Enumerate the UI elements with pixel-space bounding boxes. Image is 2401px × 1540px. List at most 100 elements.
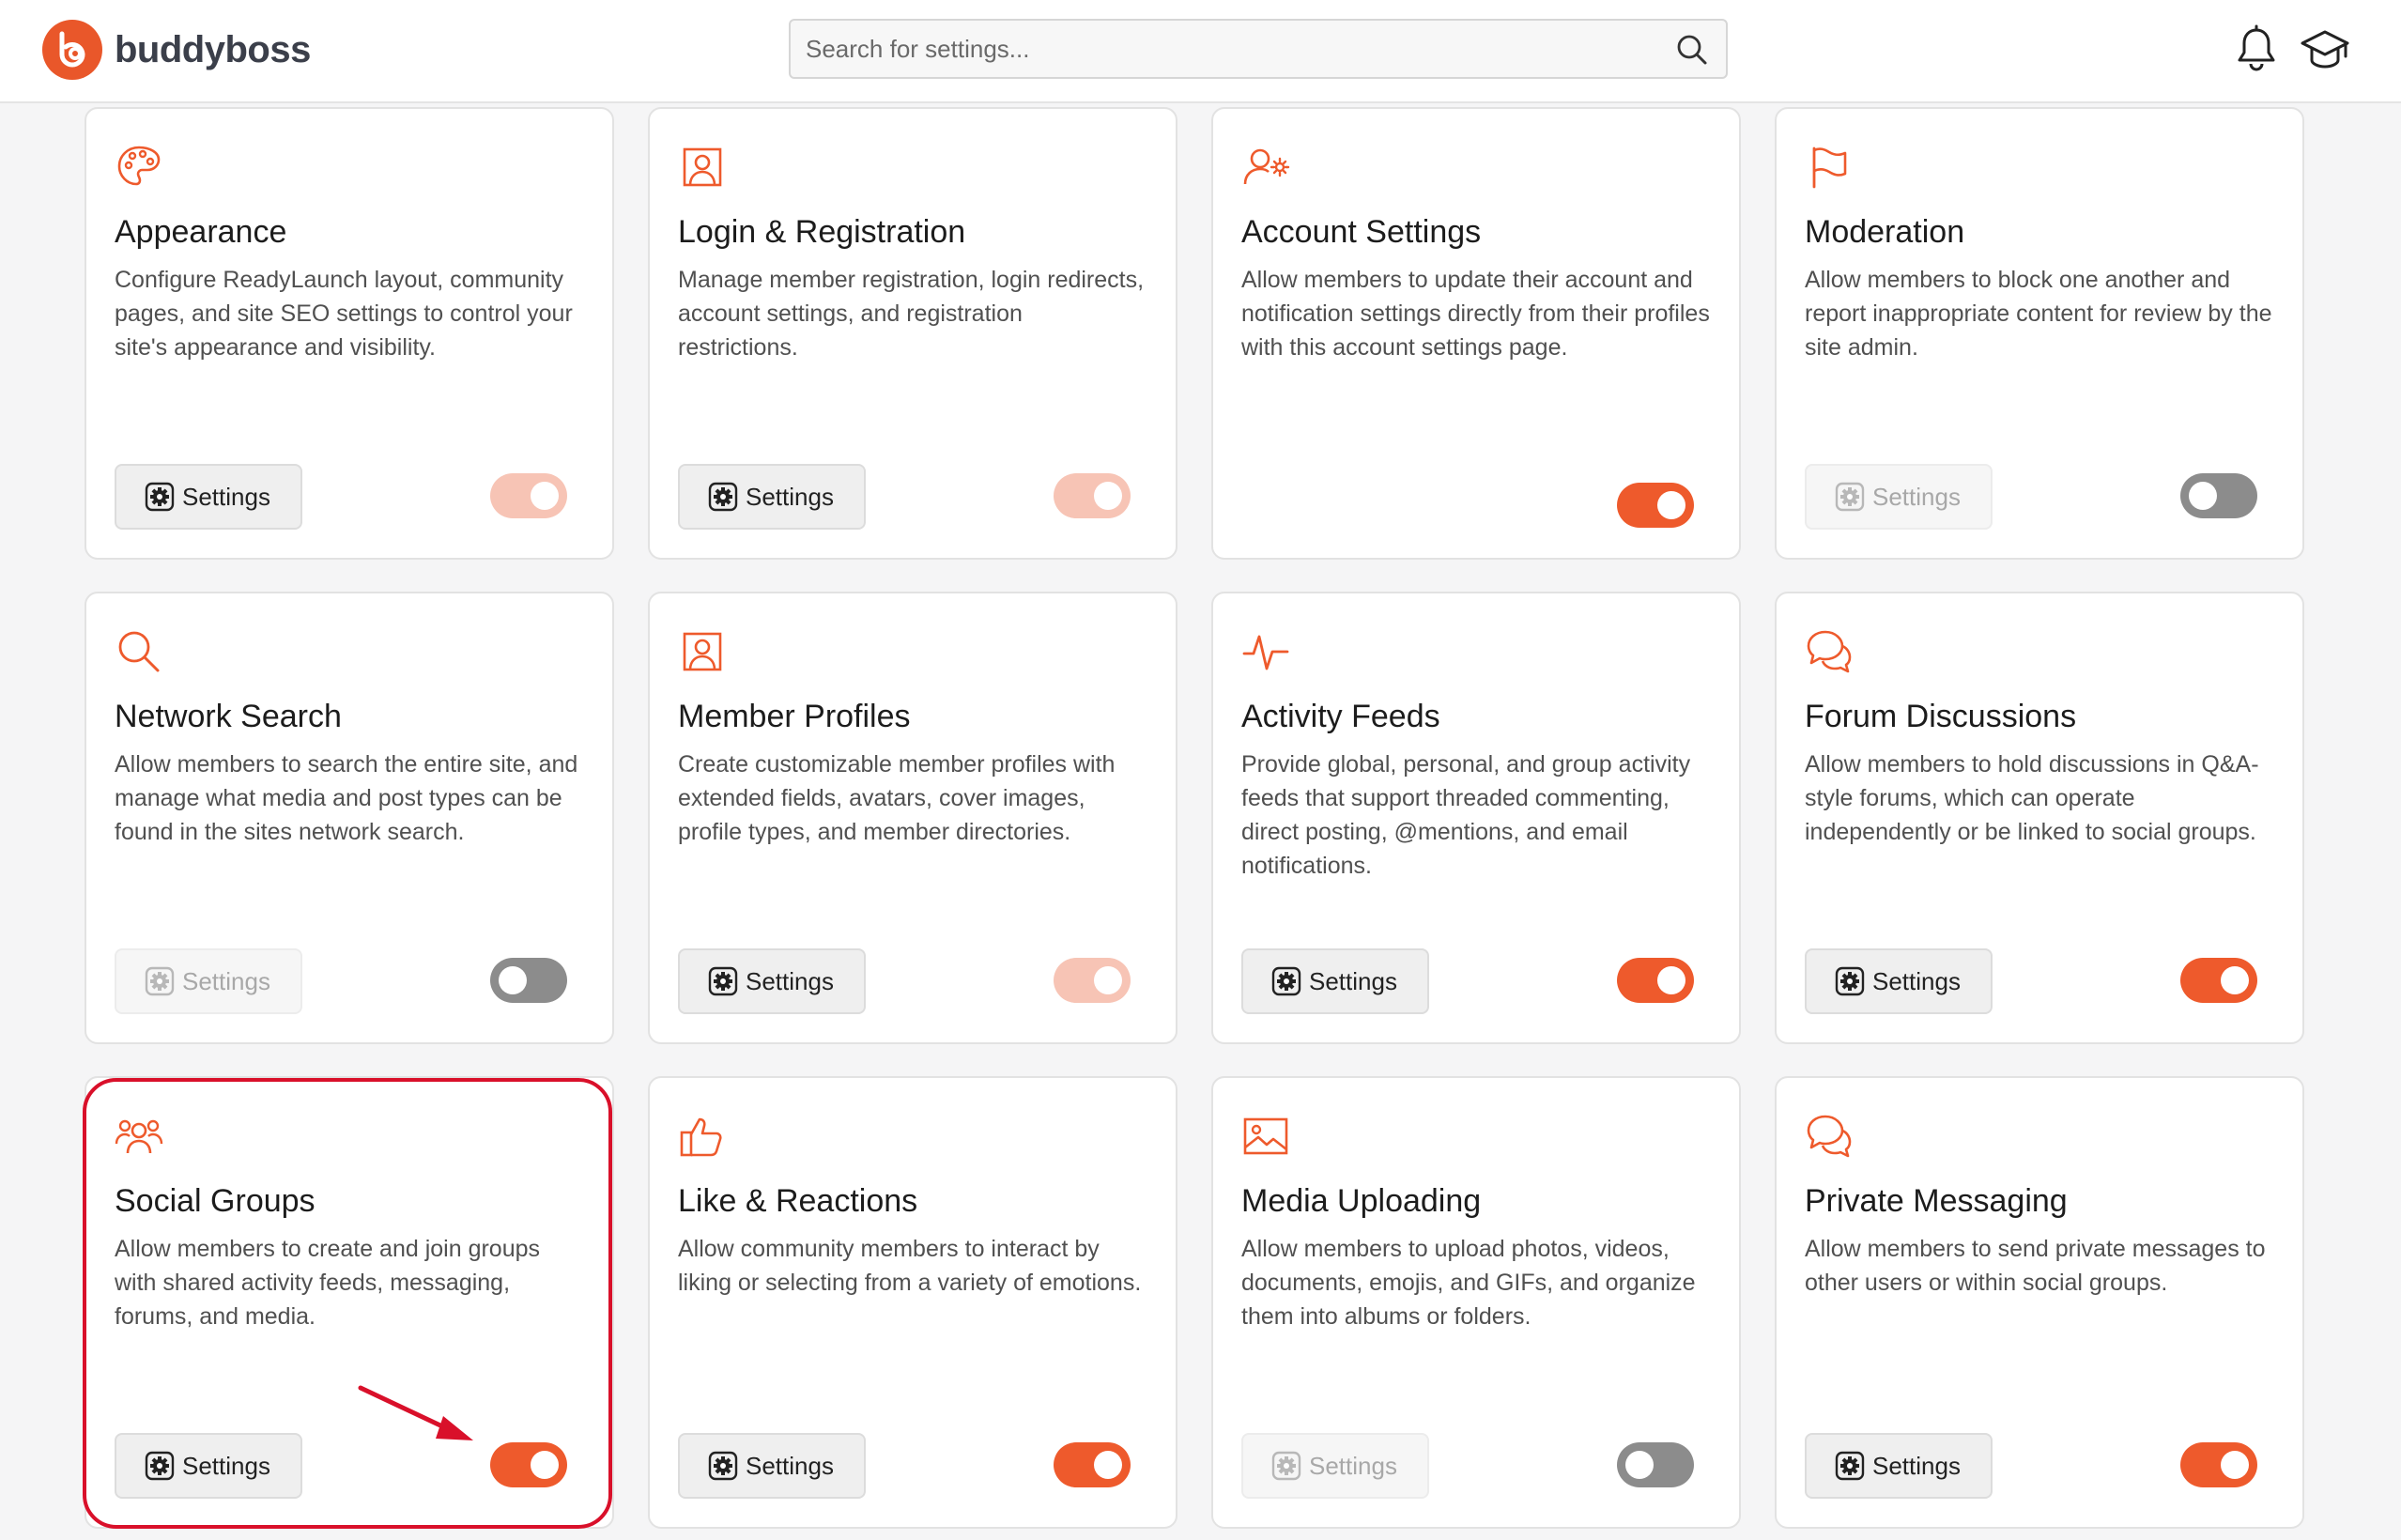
toggle-knob xyxy=(499,966,527,994)
toggle-switch-activity-feeds[interactable] xyxy=(1617,958,1694,1003)
card-title: Network Search xyxy=(115,699,342,734)
toggle-switch-member-profiles xyxy=(1054,958,1131,1003)
users-group-icon xyxy=(115,1119,163,1154)
buddyboss-logo-icon xyxy=(42,20,102,80)
user-portrait-icon xyxy=(683,147,722,187)
toggle-knob xyxy=(531,1451,559,1479)
card-description: Provide global, personal, and group acti… xyxy=(1241,751,1691,879)
feature-card-social-groups: Social Groups Allow members to create and… xyxy=(85,1076,614,1529)
toggle-switch-like-and-reactions[interactable] xyxy=(1054,1442,1131,1487)
settings-button-label: Settings xyxy=(1872,482,1961,511)
gear-icon xyxy=(1835,966,1865,996)
feature-card-network-search: Network Search Allow members to search th… xyxy=(85,592,614,1044)
card-description: Allow members to create and join groups … xyxy=(115,1236,541,1330)
settings-button-appearance[interactable]: Settings xyxy=(115,464,302,530)
card-description: Create customizable member profiles with… xyxy=(678,751,1116,845)
feature-card-private-messaging: Private Messaging Allow members to send p… xyxy=(1775,1076,2304,1529)
card-description: Allow members to block one another and r… xyxy=(1805,267,2272,361)
settings-button-like-and-reactions[interactable]: Settings xyxy=(678,1433,866,1499)
toggle-knob xyxy=(1657,966,1685,994)
toggle-switch-social-groups[interactable] xyxy=(490,1442,567,1487)
graduation-cap-icon[interactable] xyxy=(2299,24,2351,73)
card-description: Allow members to update their account an… xyxy=(1241,267,1710,361)
feature-card-account-settings: Account Settings Allow members to update … xyxy=(1211,107,1741,560)
activity-icon xyxy=(1242,635,1289,670)
features-grid: Appearance Configure ReadyLaunch layout, … xyxy=(85,107,2304,1540)
toggle-switch-private-messaging[interactable] xyxy=(2180,1442,2257,1487)
settings-button-label: Settings xyxy=(746,1451,834,1480)
card-title: Member Profiles xyxy=(678,699,911,734)
toggle-switch-moderation[interactable] xyxy=(2180,473,2257,518)
settings-button-media-uploading: Settings xyxy=(1241,1433,1429,1499)
feature-card-moderation: Moderation Allow members to block one ano… xyxy=(1775,107,2304,560)
card-title: Moderation xyxy=(1805,214,1965,250)
toggle-knob xyxy=(2221,1451,2249,1479)
toggle-knob xyxy=(2221,966,2249,994)
bell-icon[interactable] xyxy=(2235,24,2278,73)
settings-button-label: Settings xyxy=(182,482,270,511)
toggle-switch-login-and-registration xyxy=(1054,473,1131,518)
gear-icon xyxy=(145,482,175,512)
gear-icon xyxy=(708,966,738,996)
buddyboss-logo[interactable]: buddyboss xyxy=(41,19,311,81)
card-description: Allow members to hold discussions in Q&A… xyxy=(1805,751,2259,845)
settings-button-forum-discussions[interactable]: Settings xyxy=(1805,948,1993,1014)
toggle-knob xyxy=(531,482,559,510)
feature-card-appearance: Appearance Configure ReadyLaunch layout, … xyxy=(85,107,614,560)
search-icon[interactable] xyxy=(1675,33,1709,67)
card-title: Activity Feeds xyxy=(1241,699,1440,734)
settings-button-label: Settings xyxy=(1309,966,1397,995)
toggle-knob xyxy=(1625,1451,1654,1479)
feature-card-forum-discussions: Forum Discussions Allow members to hold d… xyxy=(1775,592,2304,1044)
card-title: Appearance xyxy=(115,214,287,250)
toggle-knob xyxy=(1094,482,1122,510)
gear-icon xyxy=(1271,966,1301,996)
settings-button-login-and-registration[interactable]: Settings xyxy=(678,464,866,530)
settings-button-member-profiles[interactable]: Settings xyxy=(678,948,866,1014)
feature-card-media-uploading: Media Uploading Allow members to upload p… xyxy=(1211,1076,1741,1529)
gear-icon xyxy=(1835,482,1865,512)
toggle-knob xyxy=(1094,1451,1122,1479)
feature-card-member-profiles: Member Profiles Create customizable membe… xyxy=(648,592,1177,1044)
flag-icon xyxy=(1812,146,1847,189)
toggle-switch-appearance xyxy=(490,473,567,518)
card-title: Forum Discussions xyxy=(1805,699,2077,734)
gear-icon xyxy=(708,1451,738,1481)
settings-button-label: Settings xyxy=(1872,1451,1961,1480)
feature-card-activity-feeds: Activity Feeds Provide global, personal, … xyxy=(1211,592,1741,1044)
palette-icon xyxy=(117,146,161,186)
gear-icon xyxy=(145,966,175,996)
toggle-switch-account-settings[interactable] xyxy=(1617,483,1694,528)
card-title: Private Messaging xyxy=(1805,1183,2068,1219)
chat-bubbles-icon xyxy=(1807,630,1852,673)
settings-button-moderation: Settings xyxy=(1805,464,1993,530)
toggle-switch-media-uploading[interactable] xyxy=(1617,1442,1694,1487)
gear-icon xyxy=(1271,1451,1301,1481)
settings-button-private-messaging[interactable]: Settings xyxy=(1805,1433,1993,1499)
gear-icon xyxy=(1835,1451,1865,1481)
logo-text: buddyboss xyxy=(115,28,311,70)
toggle-switch-network-search[interactable] xyxy=(490,958,567,1003)
search-input[interactable] xyxy=(791,21,1726,77)
settings-button-network-search: Settings xyxy=(115,948,302,1014)
card-description: Allow members to search the entire site,… xyxy=(115,751,578,845)
settings-button-label: Settings xyxy=(1309,1451,1397,1480)
gear-icon xyxy=(145,1451,175,1481)
toggle-switch-forum-discussions[interactable] xyxy=(2180,958,2257,1003)
card-title: Account Settings xyxy=(1241,214,1482,250)
toggle-knob xyxy=(1094,966,1122,994)
settings-button-label: Settings xyxy=(746,482,834,511)
settings-search xyxy=(789,19,1728,79)
settings-button-activity-feeds[interactable]: Settings xyxy=(1241,948,1429,1014)
settings-button-social-groups[interactable]: Settings xyxy=(115,1433,302,1499)
feature-card-like-and-reactions: Like & Reactions Allow community members … xyxy=(648,1076,1177,1529)
toggle-knob xyxy=(2189,482,2217,510)
search-icon xyxy=(118,631,160,672)
card-description: Configure ReadyLaunch layout, community … xyxy=(115,267,573,361)
thumbs-up-icon xyxy=(680,1117,722,1157)
top-header: buddyboss xyxy=(0,0,2401,103)
settings-button-label: Settings xyxy=(1872,966,1961,995)
card-description: Allow community members to interact by l… xyxy=(678,1236,1142,1296)
card-description: Allow members to upload photos, videos, … xyxy=(1241,1236,1696,1330)
user-cog-icon xyxy=(1243,148,1290,185)
